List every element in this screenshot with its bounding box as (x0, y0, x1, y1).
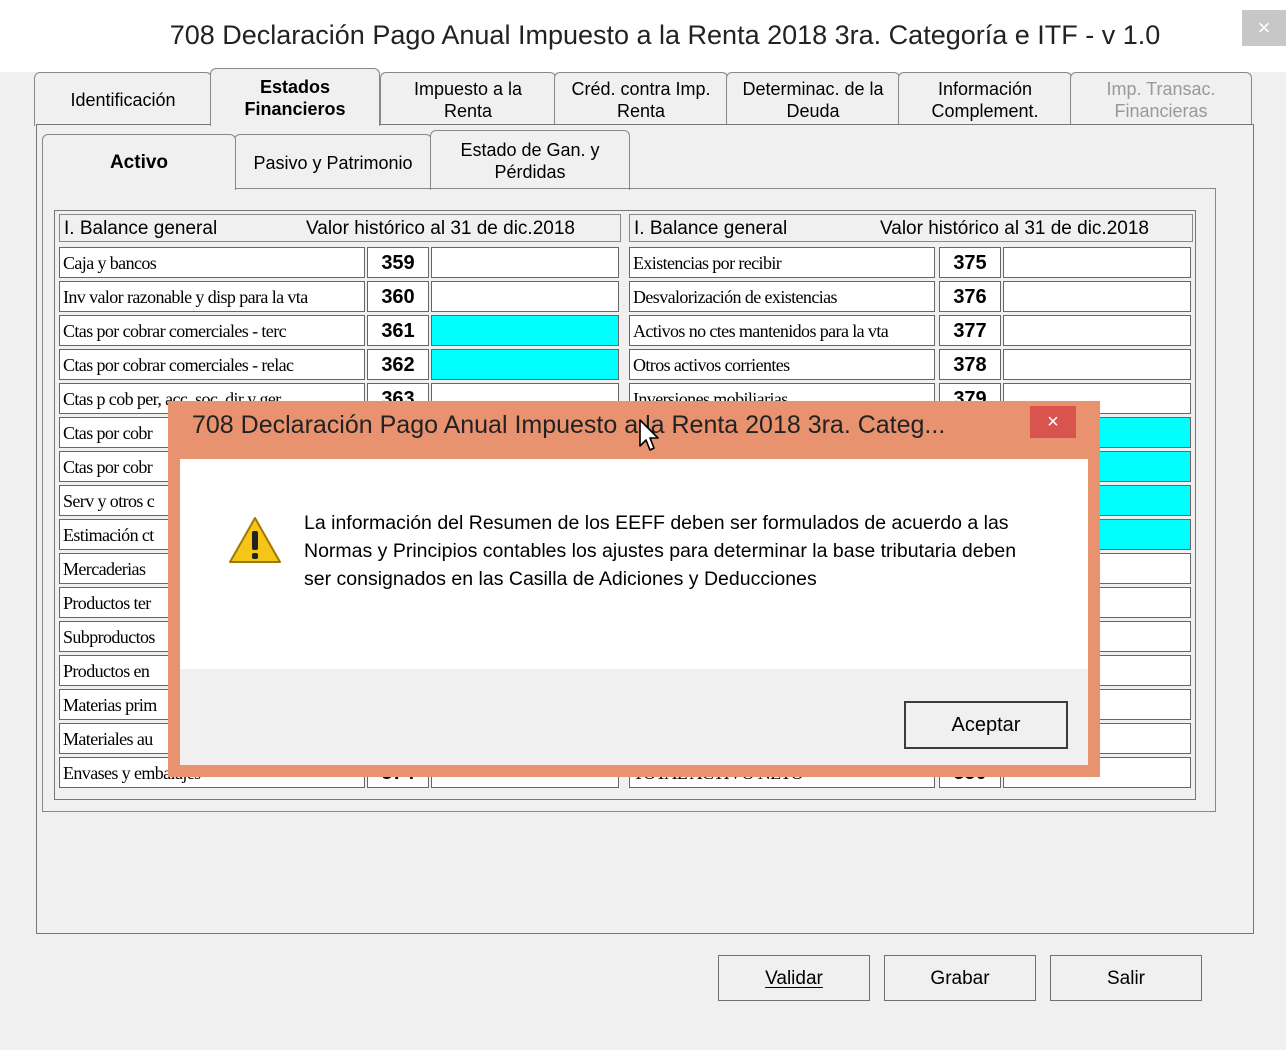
title-bar: 708 Declaración Pago Anual Impuesto a la… (0, 0, 1286, 72)
row-code: 378 (939, 349, 1001, 380)
row-code: 361 (367, 315, 429, 346)
tab-informacion-complement[interactable]: Información Complement. (898, 72, 1072, 126)
dialog-close-button[interactable]: × (1030, 406, 1076, 438)
tab-label: Activo (109, 151, 169, 173)
tab-imp-transac-financieras[interactable]: Imp. Transac. Financieras (1070, 72, 1252, 126)
grabar-button[interactable]: Grabar (884, 955, 1036, 1001)
tab-estados-financieros[interactable]: Estados Financieros (210, 68, 380, 126)
tab-determinac-deuda[interactable]: Determinac. de la Deuda (726, 72, 900, 126)
right-header-title: I. Balance general (634, 218, 788, 239)
left-table-row: Inv valor razonable y disp para la vta 36… (59, 281, 619, 313)
tab-activo[interactable]: Activo (42, 134, 236, 190)
tab-label: Estado de Gan. y Pérdidas (460, 139, 600, 182)
window-title: 708 Declaración Pago Anual Impuesto a la… (169, 20, 1161, 50)
grabar-label: Grabar (930, 968, 990, 989)
row-code: 360 (367, 281, 429, 312)
row-label: Activos no ctes mantenidos para la vta (629, 315, 935, 346)
row-label: Otros activos corrientes (629, 349, 935, 380)
tab-label: Impuesto a la Renta (413, 78, 523, 121)
row-code: 376 (939, 281, 1001, 312)
tab-estado-gan-perdidas[interactable]: Estado de Gan. y Pérdidas (430, 130, 630, 190)
row-label: Ctas por cobrar comerciales - terc (59, 315, 365, 346)
row-label: Ctas por cobrar comerciales - relac (59, 349, 365, 380)
tab-label: Créd. contra Imp. Renta (571, 78, 711, 121)
row-code: 377 (939, 315, 1001, 346)
row-value-input[interactable] (1003, 247, 1191, 278)
tab-cred-contra-imp-renta[interactable]: Créd. contra Imp. Renta (554, 72, 728, 126)
tab-label: Pasivo y Patrimonio (253, 152, 413, 173)
aceptar-button[interactable]: Aceptar (904, 701, 1068, 749)
dialog-message: La información del Resumen de los EEFF d… (304, 512, 1017, 590)
dialog-title: 708 Declaración Pago Anual Impuesto a la… (192, 411, 946, 439)
right-table-row: Activos no ctes mantenidos para la vta 37… (629, 315, 1191, 347)
row-code: 359 (367, 247, 429, 278)
row-code: 375 (939, 247, 1001, 278)
salir-button[interactable]: Salir (1050, 955, 1202, 1001)
left-table-row: Ctas por cobrar comerciales - relac 362 (59, 349, 619, 381)
validar-button[interactable]: Validar (718, 955, 870, 1001)
row-value-input[interactable] (431, 247, 619, 278)
row-label: Inv valor razonable y disp para la vta (59, 281, 365, 312)
window-close-button[interactable]: × (1242, 10, 1286, 46)
left-table-row: Ctas por cobrar comerciales - terc 361 (59, 315, 619, 347)
row-label: Caja y bancos (59, 247, 365, 278)
row-value-input[interactable] (431, 281, 619, 312)
tab-label: Determinac. de la Deuda (742, 78, 884, 121)
tab-label: Estados Financieros (244, 76, 346, 119)
left-table-row: Caja y bancos 359 (59, 247, 619, 279)
application-window: 708 Declaración Pago Anual Impuesto a la… (0, 0, 1286, 1050)
tab-impuesto-renta[interactable]: Impuesto a la Renta (380, 72, 556, 126)
mouse-cursor-icon (639, 419, 659, 451)
row-value-input[interactable] (431, 315, 619, 346)
tab-label: Identificación (70, 89, 176, 110)
left-header-value-title: Valor histórico al 31 de dic.2018 (306, 218, 575, 239)
row-value-input[interactable] (431, 349, 619, 380)
row-value-input[interactable] (1003, 349, 1191, 380)
left-header-title: I. Balance general (64, 218, 218, 239)
row-label: Desvalorización de existencias (629, 281, 935, 312)
warning-icon (229, 517, 281, 563)
row-code: 362 (367, 349, 429, 380)
right-column-header: I. Balance general Valor histórico al 31… (629, 214, 1193, 242)
tab-label: Información Complement. (931, 78, 1039, 121)
validar-label: Validar (765, 968, 823, 989)
row-value-input[interactable] (1003, 281, 1191, 312)
salir-label: Salir (1106, 968, 1145, 989)
tab-pasivo-patrimonio[interactable]: Pasivo y Patrimonio (234, 134, 432, 190)
right-header-value-title: Valor histórico al 31 de dic.2018 (880, 218, 1149, 239)
right-table-row: Otros activos corrientes 378 (629, 349, 1191, 381)
row-value-input[interactable] (1003, 315, 1191, 346)
left-column-header: I. Balance general Valor histórico al 31… (59, 214, 621, 242)
right-table-row: Desvalorización de existencias 376 (629, 281, 1191, 313)
tab-identificacion[interactable]: Identificación (34, 72, 212, 126)
right-table-row: Existencias por recibir 375 (629, 247, 1191, 279)
warning-dialog: 708 Declaración Pago Anual Impuesto a la… (168, 401, 1100, 777)
dialog-body: La información del Resumen de los EEFF d… (180, 459, 1088, 765)
tab-label: Imp. Transac. Financieras (1106, 78, 1216, 121)
row-label: Existencias por recibir (629, 247, 935, 278)
dialog-footer: Aceptar (180, 669, 1088, 765)
